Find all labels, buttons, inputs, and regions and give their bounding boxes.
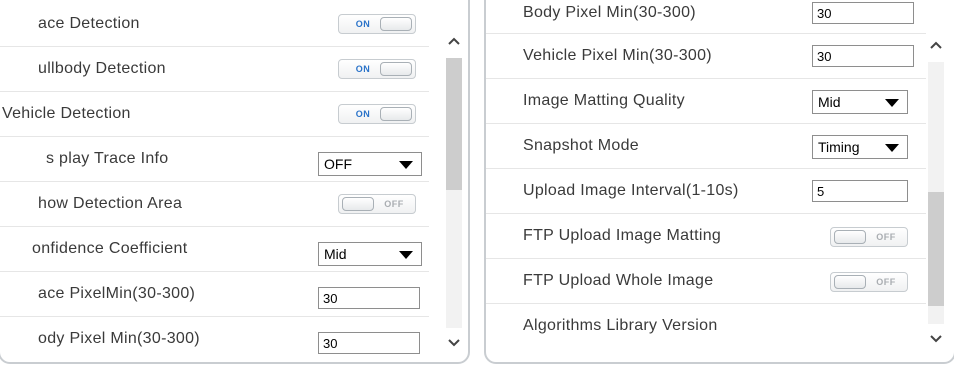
right-scrollbar[interactable]: [928, 38, 944, 360]
select-value: Mid: [324, 246, 347, 262]
setting-label: ullbody Detection: [38, 60, 166, 77]
face-detection-toggle[interactable]: ON: [338, 14, 416, 34]
show-detection-area-toggle[interactable]: OFF: [338, 194, 416, 214]
ftp-upload-image-matting-toggle[interactable]: OFF: [830, 227, 908, 247]
setting-row-face-detection: ace Detection ON: [0, 2, 429, 47]
chevron-down-icon[interactable]: [446, 334, 462, 350]
setting-row-show-detection-area: how Detection Area OFF: [0, 182, 429, 227]
body-pixel-min-input[interactable]: [812, 2, 914, 24]
setting-label: FTP Upload Image Matting: [523, 227, 722, 244]
triangle-down-icon: [399, 161, 413, 169]
toggle-state-text: OFF: [384, 199, 404, 209]
setting-row-face-pixel-min: ace PixelMin(30-300): [0, 272, 429, 317]
setting-row-upload-image-interval: Upload Image Interval(1-10s): [486, 169, 926, 214]
select-value: OFF: [324, 156, 352, 172]
setting-row-algorithms-library-version: Algorithms Library Version: [486, 304, 926, 349]
setting-label: onfidence Coefficient: [32, 240, 188, 257]
setting-label: Upload Image Interval(1-10s): [523, 182, 739, 199]
setting-label: s play Trace Info: [46, 150, 169, 167]
left-scrollbar[interactable]: [446, 34, 462, 362]
setting-row-fullbody-detection: ullbody Detection ON: [0, 47, 429, 92]
setting-row-image-matting-quality: Image Matting Quality Mid: [486, 79, 926, 124]
setting-label: Vehicle Pixel Min(30-300): [523, 47, 712, 64]
chevron-up-icon[interactable]: [446, 34, 462, 50]
setting-label: ody Pixel Min(30-300): [38, 330, 200, 347]
left-settings-panel: ace Detection ON ullbody Detection ON Ve…: [0, 0, 470, 364]
toggle-knob: [342, 197, 374, 211]
setting-label: Body Pixel Min(30-300): [523, 4, 696, 21]
toggle-state-text: OFF: [876, 232, 896, 242]
upload-image-interval-input[interactable]: [812, 180, 908, 202]
setting-row-body-pixel-min: ody Pixel Min(30-300): [0, 317, 429, 362]
toggle-state-text: ON: [355, 64, 371, 74]
toggle-state-text: ON: [355, 19, 371, 29]
setting-row-snapshot-mode: Snapshot Mode Timing: [486, 124, 926, 169]
setting-row-vehicle-detection: Vehicle Detection ON: [0, 92, 429, 137]
snapshot-mode-select[interactable]: Timing: [812, 135, 908, 159]
scroll-thumb[interactable]: [928, 192, 944, 306]
setting-row-display-trace-info: s play Trace Info OFF: [0, 137, 429, 182]
setting-row-body-pixel-min: Body Pixel Min(30-300): [486, 2, 926, 34]
select-value: Timing: [818, 139, 860, 155]
setting-label: Snapshot Mode: [523, 137, 639, 154]
image-matting-quality-select[interactable]: Mid: [812, 90, 908, 114]
fullbody-detection-toggle[interactable]: ON: [338, 59, 416, 79]
body-pixel-min-input[interactable]: [318, 332, 420, 354]
setting-label: ace PixelMin(30-300): [38, 285, 196, 302]
vehicle-pixel-min-input[interactable]: [812, 45, 914, 67]
toggle-knob: [380, 107, 412, 121]
triangle-down-icon: [885, 99, 899, 107]
toggle-state-text: OFF: [876, 277, 896, 287]
triangle-down-icon: [885, 144, 899, 152]
setting-row-ftp-upload-image-matting: FTP Upload Image Matting OFF: [486, 214, 926, 259]
setting-row-ftp-upload-whole-image: FTP Upload Whole Image OFF: [486, 259, 926, 304]
confidence-coefficient-select[interactable]: Mid: [318, 242, 422, 266]
setting-label: Vehicle Detection: [2, 105, 131, 122]
chevron-up-icon[interactable]: [928, 38, 944, 54]
toggle-knob: [834, 230, 866, 244]
toggle-state-text: ON: [355, 109, 371, 119]
chevron-down-icon[interactable]: [928, 330, 944, 346]
setting-row-confidence-coefficient: onfidence Coefficient Mid: [0, 227, 429, 272]
setting-row-vehicle-pixel-min: Vehicle Pixel Min(30-300): [486, 34, 926, 79]
ftp-upload-whole-image-toggle[interactable]: OFF: [830, 272, 908, 292]
setting-label: ace Detection: [38, 15, 140, 32]
setting-label: how Detection Area: [38, 195, 183, 212]
display-trace-info-select[interactable]: OFF: [318, 152, 422, 176]
toggle-knob: [834, 275, 866, 289]
triangle-down-icon: [399, 251, 413, 259]
setting-label: Algorithms Library Version: [523, 317, 718, 334]
setting-label: Image Matting Quality: [523, 92, 685, 109]
vehicle-detection-toggle[interactable]: ON: [338, 104, 416, 124]
select-value: Mid: [818, 94, 841, 110]
setting-label: FTP Upload Whole Image: [523, 272, 714, 289]
face-pixel-min-input[interactable]: [318, 287, 420, 309]
scroll-thumb[interactable]: [446, 58, 462, 190]
right-settings-panel: Body Pixel Min(30-300) Vehicle Pixel Min…: [484, 0, 954, 364]
toggle-knob: [380, 62, 412, 76]
toggle-knob: [380, 17, 412, 31]
